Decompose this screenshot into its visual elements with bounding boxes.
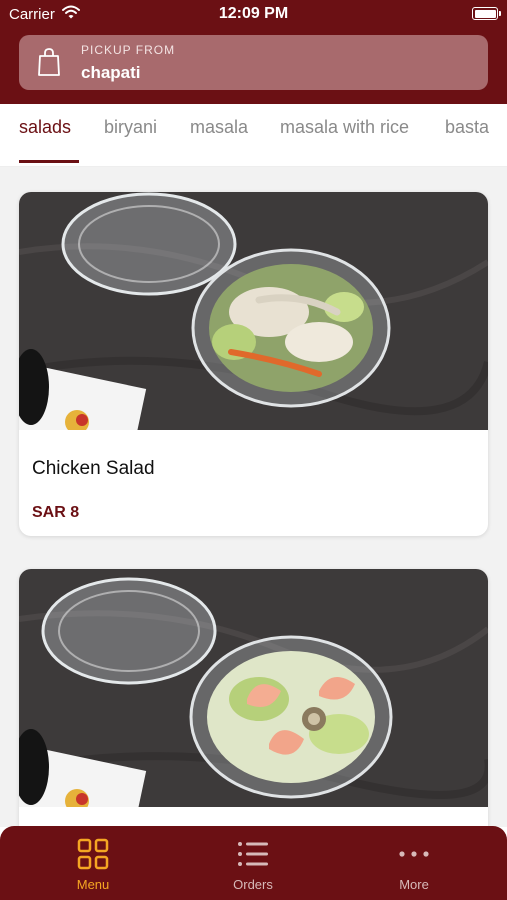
tab-masala[interactable]: masala: [190, 117, 248, 138]
category-tabs: salads biryani masala masala with rice b…: [0, 104, 507, 167]
menu-item-card[interactable]: [19, 569, 488, 827]
clock: 12:09 PM: [218, 5, 289, 22]
menu-list: Chicken Salad SAR 8: [0, 167, 507, 827]
nav-more-label: More: [399, 877, 429, 892]
pickup-store-name: chapati: [81, 63, 141, 82]
item-name: Chicken Salad: [32, 458, 155, 479]
chicken-salad-image: [19, 192, 488, 430]
bottom-tab-bar: Menu Orders More: [0, 826, 507, 900]
grid-icon: [77, 838, 109, 870]
tab-salads[interactable]: salads: [19, 117, 71, 138]
item-price: SAR 8: [32, 504, 80, 521]
more-dots-icon: [399, 851, 429, 857]
nav-more[interactable]: More: [354, 838, 474, 892]
nav-menu-label: Menu: [76, 877, 110, 892]
list-icon: [238, 842, 268, 866]
pickup-location-selector[interactable]: PICKUP FROM chapati: [19, 35, 488, 90]
nav-menu[interactable]: Menu: [33, 838, 153, 892]
tab-masala-with-rice[interactable]: masala with rice: [280, 117, 409, 138]
tab-biryani[interactable]: biryani: [104, 117, 157, 138]
nav-orders-label: Orders: [233, 877, 273, 892]
active-tab-indicator: [19, 160, 79, 163]
shrimp-salad-image: [19, 569, 488, 807]
shopping-bag-icon: [37, 47, 61, 82]
nav-orders[interactable]: Orders: [193, 838, 313, 892]
app-header: Carrier 12:09 PM PICKUP FROM chapati: [0, 0, 507, 104]
pickup-label: PICKUP FROM: [81, 43, 176, 57]
menu-item-card[interactable]: Chicken Salad SAR 8: [19, 192, 488, 536]
battery-icon: [472, 7, 501, 20]
tab-basta[interactable]: basta: [445, 117, 489, 138]
status-bar: Carrier 12:09 PM: [0, 0, 507, 30]
